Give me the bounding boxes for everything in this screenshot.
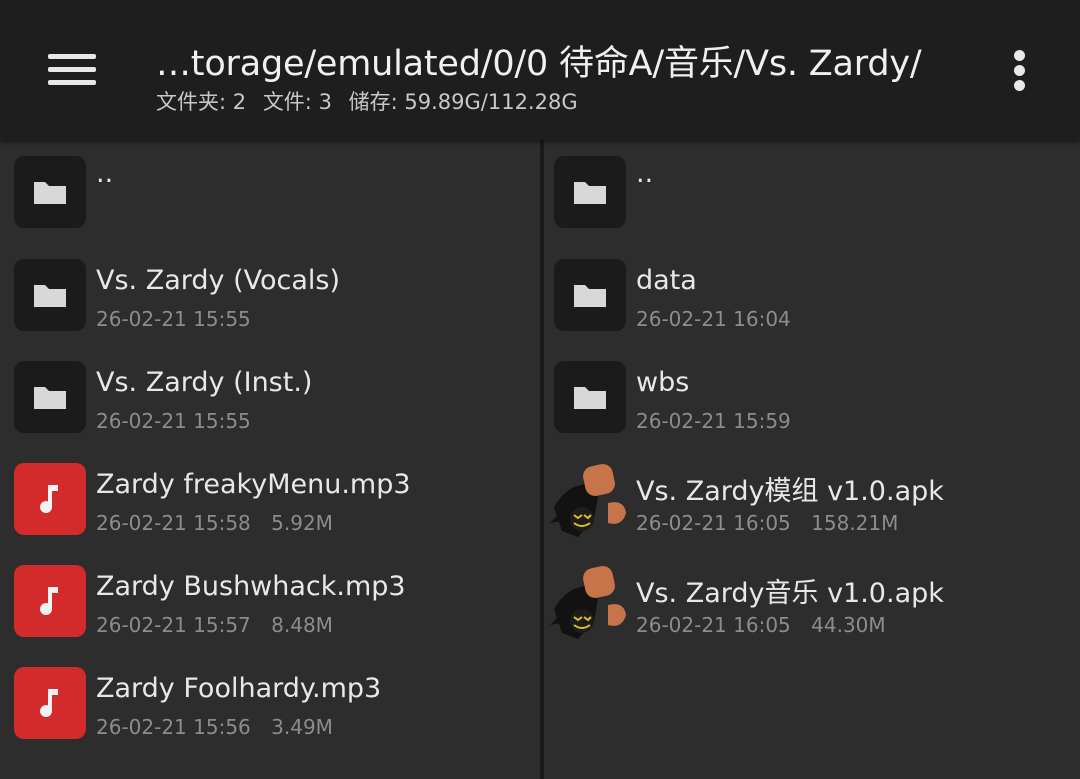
folder-icon xyxy=(14,361,86,433)
file-size: 3.49M xyxy=(271,715,333,739)
left-file-pane[interactable]: .. Vs. Zardy (Vocals) 26-02-21 15:55 Vs.… xyxy=(0,140,544,779)
more-options-icon[interactable] xyxy=(1000,44,1040,96)
file-name: Vs. Zardy (Vocals) xyxy=(96,265,340,296)
folder-icon xyxy=(554,156,626,228)
file-meta: 26-02-21 15:56 3.49M xyxy=(96,715,333,739)
parent-directory-item[interactable]: .. xyxy=(544,140,1080,240)
file-size: 158.21M xyxy=(811,511,899,535)
music-note-icon xyxy=(14,565,86,637)
path-title: …torage/emulated/0/0 待命A/音乐/Vs. Zardy/ xyxy=(156,44,922,84)
file-name: .. xyxy=(636,158,654,189)
apk-app-icon xyxy=(550,566,626,639)
path-summary: 文件夹: 2 文件: 3 储存: 59.89G/112.28G xyxy=(156,86,588,116)
file-count: 文件: 3 xyxy=(262,90,332,114)
folder-icon xyxy=(14,156,86,228)
folder-icon xyxy=(14,259,86,331)
file-date: 26-02-21 16:05 xyxy=(636,511,791,535)
list-item[interactable]: data 26-02-21 16:04 xyxy=(544,243,1080,343)
file-date: 26-02-21 16:04 xyxy=(636,307,791,331)
file-size: 8.48M xyxy=(271,613,333,637)
folder-count: 文件夹: 2 xyxy=(156,90,247,114)
file-date: 26-02-21 15:55 xyxy=(96,307,251,331)
file-name: Zardy Foolhardy.mp3 xyxy=(96,673,382,704)
list-item[interactable]: Vs. Zardy音乐 v1.0.apk 26-02-21 16:05 44.3… xyxy=(544,549,1080,649)
file-meta: 26-02-21 15:59 xyxy=(636,409,791,433)
file-name: Vs. Zardy音乐 v1.0.apk xyxy=(636,578,944,609)
file-meta: 26-02-21 16:05 158.21M xyxy=(636,511,898,535)
file-date: 26-02-21 15:59 xyxy=(636,409,791,433)
file-meta: 26-02-21 16:05 44.30M xyxy=(636,613,886,637)
file-name: Vs. Zardy模组 v1.0.apk xyxy=(636,476,944,507)
list-item[interactable]: Zardy freakyMenu.mp3 26-02-21 15:58 5.92… xyxy=(0,447,540,547)
file-date: 26-02-21 16:05 xyxy=(636,613,791,637)
file-name: .. xyxy=(96,158,114,189)
file-meta: 26-02-21 15:55 xyxy=(96,307,251,331)
file-name: Zardy Bushwhack.mp3 xyxy=(96,571,406,602)
list-item[interactable]: Zardy Bushwhack.mp3 26-02-21 15:57 8.48M xyxy=(0,549,540,649)
file-date: 26-02-21 15:55 xyxy=(96,409,251,433)
app-bar: …torage/emulated/0/0 待命A/音乐/Vs. Zardy/ 文… xyxy=(0,0,1080,140)
file-name: data xyxy=(636,265,697,296)
file-name: wbs xyxy=(636,367,690,398)
storage-usage: 储存: 59.89G/112.28G xyxy=(348,90,578,114)
list-item[interactable]: wbs 26-02-21 15:59 xyxy=(544,345,1080,445)
list-item[interactable]: Vs. Zardy (Inst.) 26-02-21 15:55 xyxy=(0,345,540,445)
file-date: 26-02-21 15:57 xyxy=(96,613,251,637)
file-date: 26-02-21 15:56 xyxy=(96,715,251,739)
list-item[interactable]: Vs. Zardy (Vocals) 26-02-21 15:55 xyxy=(0,243,540,343)
file-size: 44.30M xyxy=(811,613,886,637)
right-file-pane[interactable]: .. data 26-02-21 16:04 wbs 26-02-21 15:5… xyxy=(544,140,1080,779)
list-item[interactable]: Vs. Zardy模组 v1.0.apk 26-02-21 16:05 158.… xyxy=(544,447,1080,547)
folder-icon xyxy=(554,361,626,433)
parent-directory-item[interactable]: .. xyxy=(0,140,540,240)
menu-icon[interactable] xyxy=(46,50,98,90)
file-name: Vs. Zardy (Inst.) xyxy=(96,367,313,398)
file-meta: 26-02-21 15:58 5.92M xyxy=(96,511,333,535)
file-meta: 26-02-21 15:57 8.48M xyxy=(96,613,333,637)
file-meta: 26-02-21 15:55 xyxy=(96,409,251,433)
file-meta: 26-02-21 16:04 xyxy=(636,307,791,331)
file-name: Zardy freakyMenu.mp3 xyxy=(96,469,411,500)
music-note-icon xyxy=(14,667,86,739)
file-date: 26-02-21 15:58 xyxy=(96,511,251,535)
file-size: 5.92M xyxy=(271,511,333,535)
list-item[interactable]: Zardy Foolhardy.mp3 26-02-21 15:56 3.49M xyxy=(0,651,540,751)
music-note-icon xyxy=(14,463,86,535)
folder-icon xyxy=(554,259,626,331)
apk-app-icon xyxy=(550,464,626,537)
